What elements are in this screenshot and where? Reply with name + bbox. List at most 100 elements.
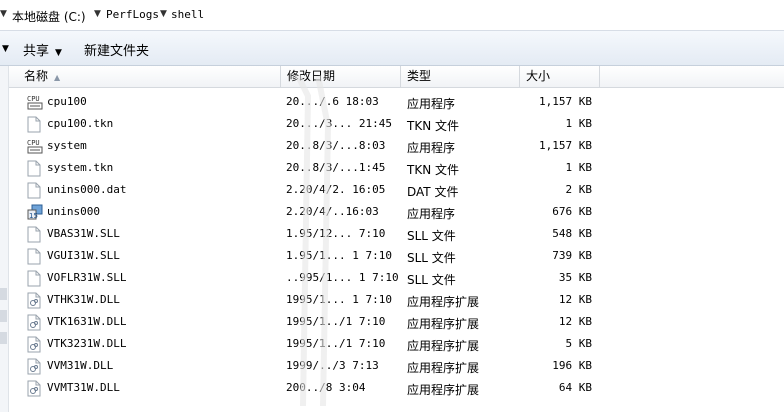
file-row[interactable]: cpu100.tkn 20.../3... 21:45 TKN 文件 1 KB: [9, 114, 784, 136]
file-icon: [27, 182, 43, 199]
svg-text:CPU: CPU: [27, 95, 40, 103]
file-row[interactable]: system.tkn 20..8/3/...1:45 TKN 文件 1 KB: [9, 158, 784, 180]
sort-ascending-icon: ▲: [54, 73, 61, 82]
dll-icon: [27, 380, 43, 397]
file-name: VGUI31W.SLL: [47, 249, 120, 262]
file-size: 1,157 KB: [539, 95, 592, 108]
dll-icon: [27, 314, 43, 331]
file-size: 12 KB: [558, 293, 592, 306]
file-date: 200../8 3:04: [286, 381, 366, 394]
file-size: 2 KB: [565, 183, 593, 196]
column-header-name[interactable]: 名称 ▲: [18, 66, 281, 87]
file-name: unins000: [47, 205, 100, 218]
file-size: 1 KB: [565, 161, 593, 174]
file-row[interactable]: VTK3231W.DLL 1995/1../1 7:10 应用程序扩展 5 KB: [9, 334, 784, 356]
file-row[interactable]: CPU cpu100 20.../.6 18:03 应用程序 1,157 KB: [9, 92, 784, 114]
column-header-row: 名称 ▲ 修改日期 类型 大小: [9, 66, 784, 88]
file-row[interactable]: 15 unins000 2.20/4/..16:03 应用程序 676 KB: [9, 202, 784, 224]
exe-icon: CPU: [27, 94, 43, 111]
file-type: 应用程序扩展: [407, 317, 480, 331]
address-bar[interactable]: ▼ 本地磁盘 (C:) ▼ PerfLogs ▼ shell: [0, 0, 784, 31]
file-date: 1.95/1... 1 7:10: [286, 249, 392, 262]
dll-icon: [27, 336, 43, 353]
file-row[interactable]: VGUI31W.SLL 1.95/1... 1 7:10 SLL 文件 739 KB: [9, 246, 784, 268]
file-row[interactable]: VOFLR31W.SLL ..995/1... 1 7:10 SLL 文件 35 KB: [9, 268, 784, 290]
file-date: 1995/1../1 7:10: [286, 337, 386, 350]
file-size: 1 KB: [565, 117, 593, 130]
file-name: cpu100: [47, 95, 87, 108]
chevron-down-icon[interactable]: ▼: [2, 40, 9, 55]
file-name: system: [47, 139, 87, 152]
file-icon: [27, 248, 43, 265]
file-name: VTHK31W.DLL: [47, 293, 120, 306]
file-name: VOFLR31W.SLL: [47, 271, 127, 284]
column-header-size[interactable]: 大小: [520, 66, 600, 87]
dll-icon: [27, 358, 43, 375]
file-size: 548 KB: [552, 227, 592, 240]
file-icon: [27, 160, 43, 177]
file-date: 20..8/3/...1:45: [286, 161, 386, 174]
dll-icon: [27, 292, 43, 309]
file-type: TKN 文件: [407, 163, 459, 177]
file-row[interactable]: VTK1631W.DLL 1995/1../1 7:10 应用程序扩展 12 KB: [9, 312, 784, 334]
file-name: VBAS31W.SLL: [47, 227, 120, 240]
exe-icon: CPU: [27, 138, 43, 155]
breadcrumb-shell[interactable]: shell: [171, 8, 204, 21]
file-row[interactable]: VTHK31W.DLL 1995/1... 1 7:10 应用程序扩展 12 KB: [9, 290, 784, 312]
file-icon: [27, 116, 43, 133]
file-size: 35 KB: [558, 271, 592, 284]
file-type: 应用程序: [407, 207, 456, 221]
file-date: 1995/1../1 7:10: [286, 315, 386, 328]
file-name: VVMT31W.DLL: [47, 381, 120, 394]
share-label: 共享: [23, 44, 50, 59]
svg-text:CPU: CPU: [27, 139, 40, 147]
command-bar: ▼ 共享 ▼ 新建文件夹: [0, 31, 784, 66]
file-date: 1.95/12... 7:10: [286, 227, 386, 240]
file-type: SLL 文件: [407, 229, 456, 243]
svg-text:15: 15: [29, 212, 38, 220]
file-date: 20..8/3/...8:03: [286, 139, 386, 152]
navigation-pane[interactable]: [0, 66, 9, 412]
file-row[interactable]: VBAS31W.SLL 1.95/12... 7:10 SLL 文件 548 KB: [9, 224, 784, 246]
file-size: 196 KB: [552, 359, 592, 372]
column-header-type[interactable]: 类型: [401, 66, 520, 87]
chevron-down-icon[interactable]: ▼: [94, 9, 101, 19]
file-icon: [27, 226, 43, 243]
file-row[interactable]: VVM31W.DLL 1999/../3 7:13 应用程序扩展 196 KB: [9, 356, 784, 378]
file-type: 应用程序扩展: [407, 361, 480, 375]
file-date: 20.../.6 18:03: [286, 95, 379, 108]
file-date: 20.../3... 21:45: [286, 117, 392, 130]
breadcrumb-perflogs[interactable]: PerfLogs: [106, 8, 159, 21]
file-date: 2.20/4/..16:03: [286, 205, 379, 218]
share-button[interactable]: 共享 ▼: [23, 40, 62, 59]
file-row[interactable]: VVMT31W.DLL 200../8 3:04 应用程序扩展 64 KB: [9, 378, 784, 400]
file-type: SLL 文件: [407, 251, 456, 265]
file-name: VTK1631W.DLL: [47, 315, 127, 328]
file-type: 应用程序扩展: [407, 383, 480, 397]
file-name: unins000.dat: [47, 183, 127, 196]
file-name: VVM31W.DLL: [47, 359, 114, 372]
file-size: 5 KB: [565, 337, 593, 350]
file-type: 应用程序: [407, 97, 456, 111]
chevron-down-icon[interactable]: ▼: [0, 9, 7, 19]
nav-item[interactable]: [0, 288, 7, 300]
chevron-down-icon[interactable]: ▼: [160, 9, 167, 19]
column-header-date[interactable]: 修改日期: [281, 66, 401, 87]
new-folder-button[interactable]: 新建文件夹: [84, 40, 149, 59]
file-type: 应用程序扩展: [407, 339, 480, 353]
file-type: TKN 文件: [407, 119, 459, 133]
file-row[interactable]: unins000.dat 2.20/4/2. 16:05 DAT 文件 2 KB: [9, 180, 784, 202]
file-date: 1999/../3 7:13: [286, 359, 379, 372]
file-type: 应用程序扩展: [407, 295, 480, 309]
file-type: DAT 文件: [407, 185, 459, 199]
file-date: ..995/1... 1 7:10: [286, 271, 399, 284]
nav-item[interactable]: [0, 310, 7, 322]
file-size: 1,157 KB: [539, 139, 592, 152]
file-row[interactable]: CPU system 20..8/3/...8:03 应用程序 1,157 KB: [9, 136, 784, 158]
file-type: SLL 文件: [407, 273, 456, 287]
file-type: 应用程序: [407, 141, 456, 155]
file-name: cpu100.tkn: [47, 117, 114, 130]
chevron-down-icon: ▼: [55, 48, 62, 58]
breadcrumb-drive[interactable]: 本地磁盘 (C:): [12, 8, 86, 25]
nav-item[interactable]: [0, 332, 7, 344]
